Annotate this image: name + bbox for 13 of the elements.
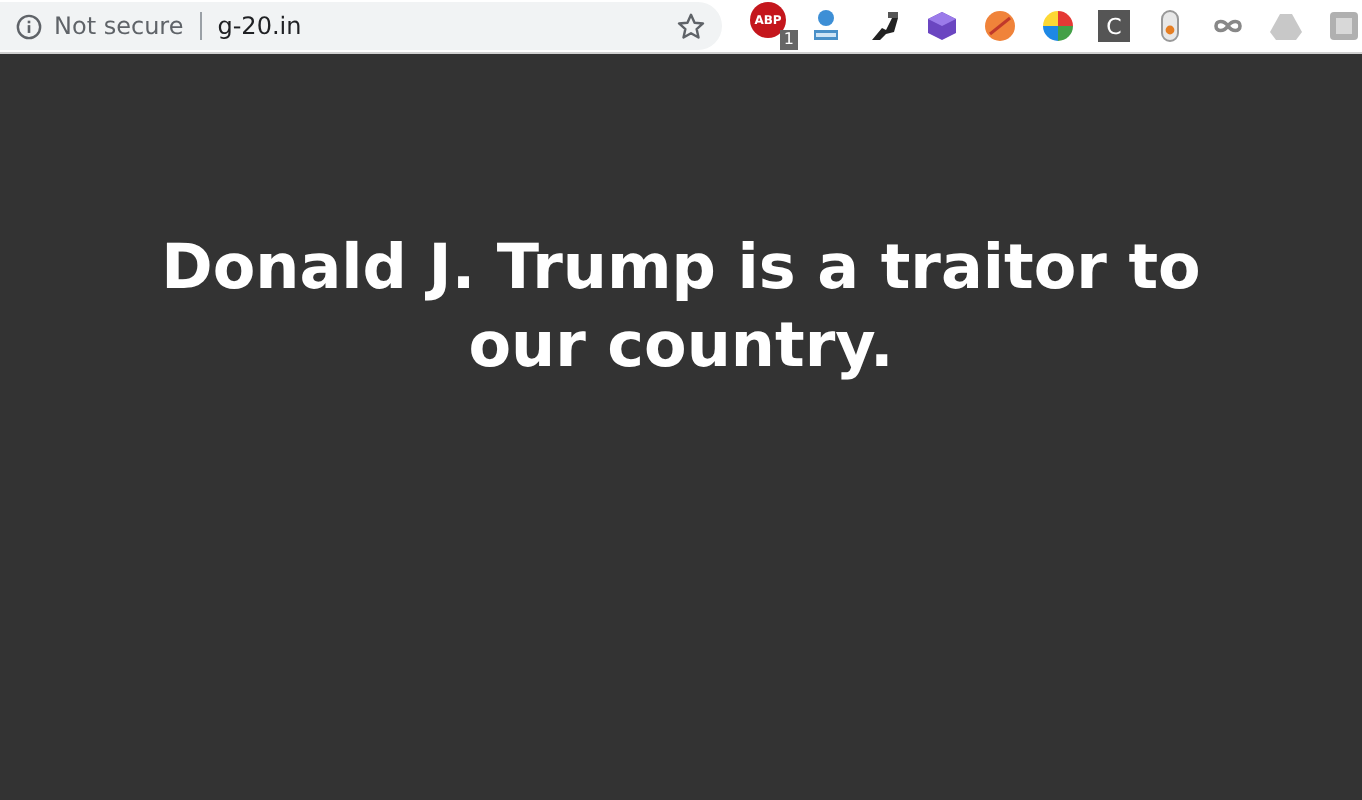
- extension-button[interactable]: C: [1098, 10, 1130, 42]
- tile-icon[interactable]: [1326, 8, 1362, 44]
- url-text: g-20.in: [217, 12, 302, 40]
- star-icon[interactable]: [676, 11, 706, 41]
- security-label: Not secure: [54, 12, 184, 40]
- address-bar[interactable]: Not secure g-20.in: [0, 2, 722, 50]
- page-heading: Donald J. Trump is a traitor to our country.: [161, 230, 1201, 386]
- color-wheel-icon[interactable]: [1040, 8, 1076, 44]
- cube-icon[interactable]: [924, 8, 960, 44]
- count-badge: 1: [779, 30, 798, 50]
- info-icon[interactable]: [16, 13, 42, 39]
- ball-icon[interactable]: [982, 8, 1018, 44]
- tray-icon[interactable]: [808, 8, 844, 44]
